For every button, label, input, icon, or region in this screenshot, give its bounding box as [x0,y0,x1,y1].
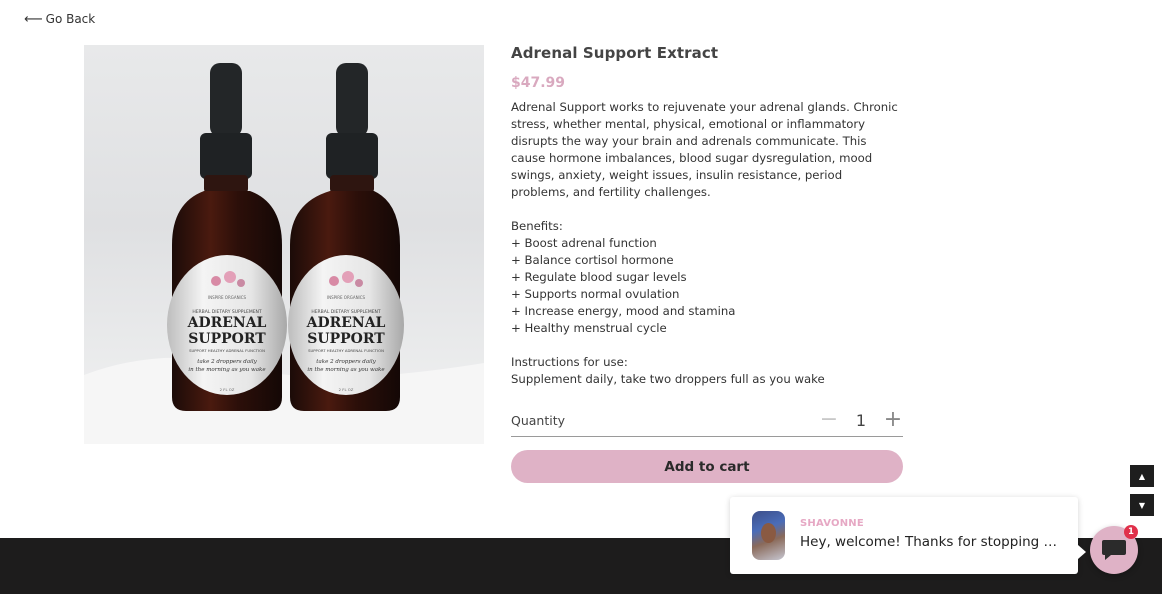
image-title-line2: SUPPORT [307,331,385,347]
product-info: Adrenal Support Extract $47.99 Adrenal S… [511,44,903,388]
arrow-left-icon: ⟵ [24,11,43,27]
image-title-line2: SUPPORT [188,331,266,347]
image-tagline: SUPPORT HEALTHY ADRENAL FUNCTION [189,348,265,353]
avatar [752,511,785,560]
unread-badge: 1 [1124,525,1138,539]
benefit-item: + Balance cortisol hormone [511,253,674,267]
product-price: $47.99 [511,75,566,91]
scroll-up-button[interactable]: ▲ [1130,465,1154,487]
scroll-down-button[interactable]: ▼ [1130,494,1154,516]
description-text: Adrenal Support works to rejuvenate your… [511,100,898,199]
instructions-title: Instructions for use: [511,355,628,369]
quantity-decrease-button[interactable]: − [817,409,841,431]
quantity-stepper: Quantity − 1 + [511,404,903,437]
benefit-item: + Supports normal ovulation [511,287,680,301]
product-description: Adrenal Support works to rejuvenate your… [511,99,903,388]
quantity-value[interactable]: 1 [841,411,881,430]
caret-up-icon: ▲ [1138,471,1146,481]
caret-down-icon: ▼ [1138,500,1146,510]
go-back-label: Go Back [45,12,96,26]
image-tagline: SUPPORT HEALTHY ADRENAL FUNCTION [308,348,384,353]
benefit-item: + Regulate blood sugar levels [511,270,687,284]
image-volume: 2 FL OZ [339,387,354,392]
product-title: Adrenal Support Extract [511,44,719,62]
quantity-increase-button[interactable]: + [881,409,905,431]
go-back-link[interactable]: ⟵ Go Back [24,12,95,26]
benefit-item: + Increase energy, mood and stamina [511,304,736,318]
quantity-label: Quantity [511,412,566,428]
instructions-text: Supplement daily, take two droppers full… [511,372,825,386]
product-image: INSPIRE ORGANICS HERBAL DIETARY SUPPLEME… [84,45,484,444]
image-dose-line2: in the morning as you wake [307,367,385,373]
benefit-item: + Boost adrenal function [511,236,657,250]
chat-bubble-icon [1102,540,1126,560]
chat-agent-name: SHAVONNE [800,518,864,529]
image-dose-line1: take 2 droppers daily [197,359,257,365]
image-title-line1: ADRENAL [306,315,386,331]
image-volume: 2 FL OZ [220,387,235,392]
benefit-item: + Healthy menstrual cycle [511,321,667,335]
benefits-title: Benefits: [511,219,563,233]
image-brand-text: INSPIRE ORGANICS [208,295,247,300]
image-dose-line1: take 2 droppers daily [316,359,376,365]
image-dose-line2: in the morning as you wake [188,367,266,373]
add-to-cart-button[interactable]: Add to cart [511,450,903,483]
chat-message-bubble[interactable]: SHAVONNE Hey, welcome! Thanks for stoppi… [730,497,1086,574]
image-brand-text: INSPIRE ORGANICS [327,295,366,300]
chat-message-text: Hey, welcome! Thanks for stopping by! [800,534,1062,550]
image-title-line1: ADRENAL [187,315,267,331]
